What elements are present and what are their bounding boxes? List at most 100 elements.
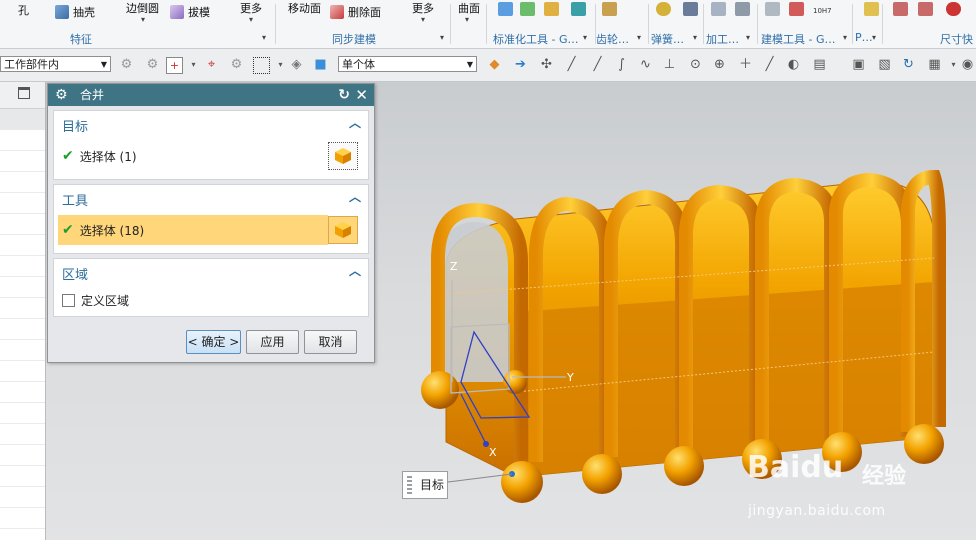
ribbon-more-button-2[interactable]: 更多	[412, 0, 434, 16]
ribbon-more-button-1[interactable]: 更多	[240, 0, 262, 16]
quadrant-snap-icon[interactable]: ⊕	[712, 57, 727, 72]
list-item[interactable]	[0, 424, 45, 445]
chevron-down-icon[interactable]: ▾	[872, 33, 876, 42]
rectangle-select-icon[interactable]	[253, 57, 270, 74]
dialog-titlebar[interactable]: ⚙ 合并 ↻ ✕	[48, 84, 374, 106]
display-icon[interactable]: ◉	[960, 57, 975, 72]
list-item[interactable]	[0, 382, 45, 403]
ribbon-surface-button[interactable]: 曲面	[458, 0, 480, 16]
select-all-icon[interactable]: +	[166, 57, 183, 74]
snap-icon[interactable]: ⚙	[119, 57, 134, 72]
chevron-down-icon[interactable]: ▾	[583, 33, 587, 42]
view-fit-icon[interactable]: ▣	[851, 57, 866, 72]
curve-snap-icon[interactable]: ∫	[614, 57, 629, 72]
list-item[interactable]	[0, 235, 45, 256]
list-item[interactable]	[0, 508, 45, 529]
list-item[interactable]	[0, 298, 45, 319]
collapse-icon[interactable]: ︿	[349, 262, 361, 279]
modeling-tool-icon[interactable]	[789, 2, 804, 16]
screenshot-icon[interactable]: ▧	[877, 57, 892, 72]
dimension-icon[interactable]	[893, 2, 908, 16]
ribbon-delete-face-button[interactable]: 删除面	[330, 4, 381, 20]
selection-type-dropdown[interactable]: 单个体 ▼	[338, 56, 477, 72]
chevron-down-icon[interactable]: ▾	[273, 57, 288, 72]
chevron-down-icon[interactable]: ▾	[249, 15, 253, 24]
tolerance-icon-label[interactable]: 10H7	[813, 7, 832, 15]
chevron-down-icon[interactable]: ▾	[693, 33, 697, 42]
p-tool-icon[interactable]	[864, 2, 879, 16]
drag-handle-icon[interactable]	[407, 476, 412, 494]
face-snap-icon[interactable]: ◐	[786, 57, 801, 72]
crosshair-icon[interactable]: ⌖	[204, 57, 219, 72]
filter-scope-dropdown[interactable]: 工作部件内 ▼	[0, 56, 111, 72]
chevron-down-icon[interactable]: ▾	[440, 33, 444, 42]
render-style-icon[interactable]: ▦	[927, 57, 942, 72]
line-snap-icon[interactable]: ╱	[564, 57, 579, 72]
ribbon-shell-button[interactable]: 抽壳	[55, 4, 95, 20]
center-snap-icon[interactable]: ⊙	[688, 57, 703, 72]
snap-icon[interactable]: ⚙	[145, 57, 160, 72]
target-selection-row[interactable]: ✔ 选择体 (1)	[62, 141, 137, 171]
define-region-checkbox[interactable]	[62, 294, 75, 307]
dimension-icon[interactable]	[918, 2, 933, 16]
spring-icon[interactable]	[683, 2, 698, 16]
spring-icon[interactable]	[656, 2, 671, 16]
list-item[interactable]	[0, 172, 45, 193]
standard-part-icon[interactable]	[571, 2, 586, 16]
face-select-icon[interactable]: ◆	[487, 57, 502, 72]
machining-icon[interactable]	[735, 2, 750, 16]
grid-snap-icon[interactable]: ▤	[812, 57, 827, 72]
line-snap-icon[interactable]: ╱	[590, 57, 605, 72]
ok-button[interactable]: < 确定 >	[186, 330, 241, 354]
standard-part-icon[interactable]	[544, 2, 559, 16]
ribbon-edge-blend-button[interactable]: 边倒圆	[126, 0, 159, 16]
chevron-down-icon[interactable]: ▾	[465, 15, 469, 24]
line-snap-icon[interactable]: ╱	[762, 57, 777, 72]
chevron-down-icon[interactable]: ▾	[637, 33, 641, 42]
collapse-icon[interactable]: ︿	[349, 114, 361, 131]
chevron-down-icon[interactable]: ▾	[746, 33, 750, 42]
collapse-icon[interactable]: ︿	[349, 188, 361, 205]
cancel-button[interactable]: 取消	[304, 330, 357, 354]
list-item[interactable]	[0, 361, 45, 382]
list-item[interactable]	[0, 487, 45, 508]
solid-body-icon[interactable]: ■	[313, 57, 328, 72]
apply-button[interactable]: 应用	[246, 330, 299, 354]
list-item[interactable]	[0, 403, 45, 424]
standard-part-icon[interactable]	[520, 2, 535, 16]
chevron-down-icon[interactable]: ▾	[186, 57, 201, 72]
standard-part-icon[interactable]	[498, 2, 513, 16]
list-item[interactable]	[0, 466, 45, 487]
reset-icon[interactable]: ↻	[338, 84, 350, 106]
chevron-down-icon[interactable]: ▾	[946, 57, 961, 72]
list-item[interactable]	[0, 319, 45, 340]
list-item[interactable]	[0, 193, 45, 214]
dimension-icon[interactable]	[946, 2, 961, 16]
modeling-tool-icon[interactable]	[765, 2, 780, 16]
list-item[interactable]	[0, 277, 45, 298]
chevron-down-icon[interactable]: ▾	[141, 15, 145, 24]
list-item[interactable]	[0, 214, 45, 235]
chevron-down-icon[interactable]: ▾	[262, 33, 266, 42]
snap-point-icon[interactable]: ✣	[539, 57, 554, 72]
list-item[interactable]	[0, 109, 45, 130]
gear-icon[interactable]	[602, 2, 617, 16]
list-item[interactable]	[0, 151, 45, 172]
select-body-button[interactable]	[328, 142, 358, 170]
point-snap-icon[interactable]: ＋	[738, 57, 753, 72]
window-icon[interactable]	[18, 87, 30, 99]
intersection-snap-icon[interactable]: ⊥	[662, 57, 677, 72]
ribbon-hole-button[interactable]: 孔	[18, 2, 29, 18]
list-item[interactable]	[0, 256, 45, 277]
chevron-down-icon[interactable]: ▾	[843, 33, 847, 42]
refresh-icon[interactable]: ↻	[901, 57, 916, 72]
snap-icon[interactable]: ⚙	[229, 57, 244, 72]
ribbon-move-face-button[interactable]: 移动面	[288, 0, 321, 16]
list-item[interactable]	[0, 445, 45, 466]
select-body-button[interactable]	[328, 216, 358, 244]
close-icon[interactable]: ✕	[355, 84, 368, 106]
chevron-down-icon[interactable]: ▾	[421, 15, 425, 24]
arrow-icon[interactable]: ➔	[513, 57, 528, 72]
curve-snap-icon[interactable]: ∿	[638, 57, 653, 72]
tool-selection-row[interactable]: ✔ 选择体 (18)	[58, 215, 328, 245]
